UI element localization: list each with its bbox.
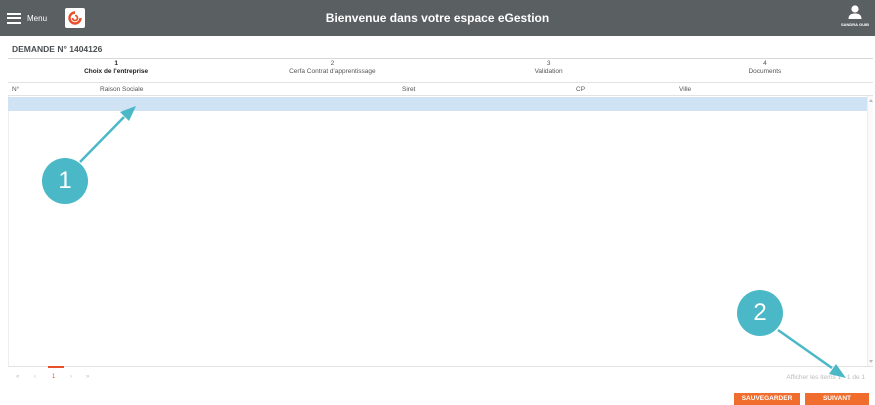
last-page-button[interactable]: » bbox=[86, 374, 89, 380]
next-page-button[interactable]: › bbox=[70, 374, 72, 380]
table-header: N° Raison Sociale Siret CP Ville bbox=[8, 82, 873, 96]
step-number: 4 bbox=[763, 60, 767, 67]
annotation-marker-1: 1 bbox=[42, 158, 88, 204]
scroll-down-icon[interactable] bbox=[869, 360, 873, 363]
step-number: 3 bbox=[546, 60, 551, 67]
column-header-cp[interactable]: CP bbox=[576, 86, 585, 93]
column-header-siret[interactable]: Siret bbox=[402, 86, 415, 93]
previous-page-button[interactable]: ‹ bbox=[34, 374, 36, 380]
vertical-scrollbar[interactable] bbox=[867, 96, 873, 366]
step-label: Cerfa Contrat d'apprentissage bbox=[289, 68, 376, 75]
first-page-button[interactable]: « bbox=[16, 374, 19, 380]
wizard-steps: 1 Choix de l'entreprise 2 Cerfa Contrat … bbox=[8, 60, 873, 80]
step-label: Documents bbox=[748, 68, 782, 75]
step-cerfa[interactable]: 2 Cerfa Contrat d'apprentissage bbox=[224, 60, 440, 80]
scroll-up-icon[interactable] bbox=[869, 99, 873, 102]
save-button[interactable]: SAUVEGARDER bbox=[734, 393, 800, 405]
user-name: SANDRA GUIB bbox=[840, 22, 870, 27]
demande-title: DEMANDE N° 1404126 bbox=[12, 44, 103, 54]
step-label: Validation bbox=[534, 68, 563, 75]
top-bar: Menu Bienvenue dans votre espace eGestio… bbox=[0, 0, 875, 36]
step-number: 1 bbox=[114, 60, 118, 67]
divider bbox=[8, 58, 873, 59]
step-documents[interactable]: 4 Documents bbox=[657, 60, 873, 80]
column-header-numero[interactable]: N° bbox=[12, 86, 19, 93]
annotation-marker-2: 2 bbox=[737, 290, 783, 336]
user-icon bbox=[848, 5, 862, 19]
step-validation[interactable]: 3 Validation bbox=[441, 60, 657, 80]
column-header-ville[interactable]: Ville bbox=[679, 86, 691, 93]
page-number-1[interactable]: 1 bbox=[52, 374, 55, 380]
column-header-raison-sociale[interactable]: Raison Sociale bbox=[100, 86, 143, 93]
step-label: Choix de l'entreprise bbox=[84, 68, 149, 75]
step-number: 2 bbox=[330, 60, 335, 67]
step-choix-entreprise[interactable]: 1 Choix de l'entreprise bbox=[8, 60, 224, 80]
pager-info: Afficher les items 1 - 1 de 1 bbox=[786, 374, 865, 381]
user-profile[interactable]: SANDRA GUIB bbox=[835, 4, 875, 34]
page-title: Bienvenue dans votre espace eGestion bbox=[325, 11, 550, 25]
next-button[interactable]: SUIVANT bbox=[805, 393, 869, 405]
pagination: « ‹ 1 › » Afficher les items 1 - 1 de 1 bbox=[8, 366, 873, 386]
current-page-indicator bbox=[48, 366, 64, 368]
table-row[interactable] bbox=[8, 97, 867, 111]
